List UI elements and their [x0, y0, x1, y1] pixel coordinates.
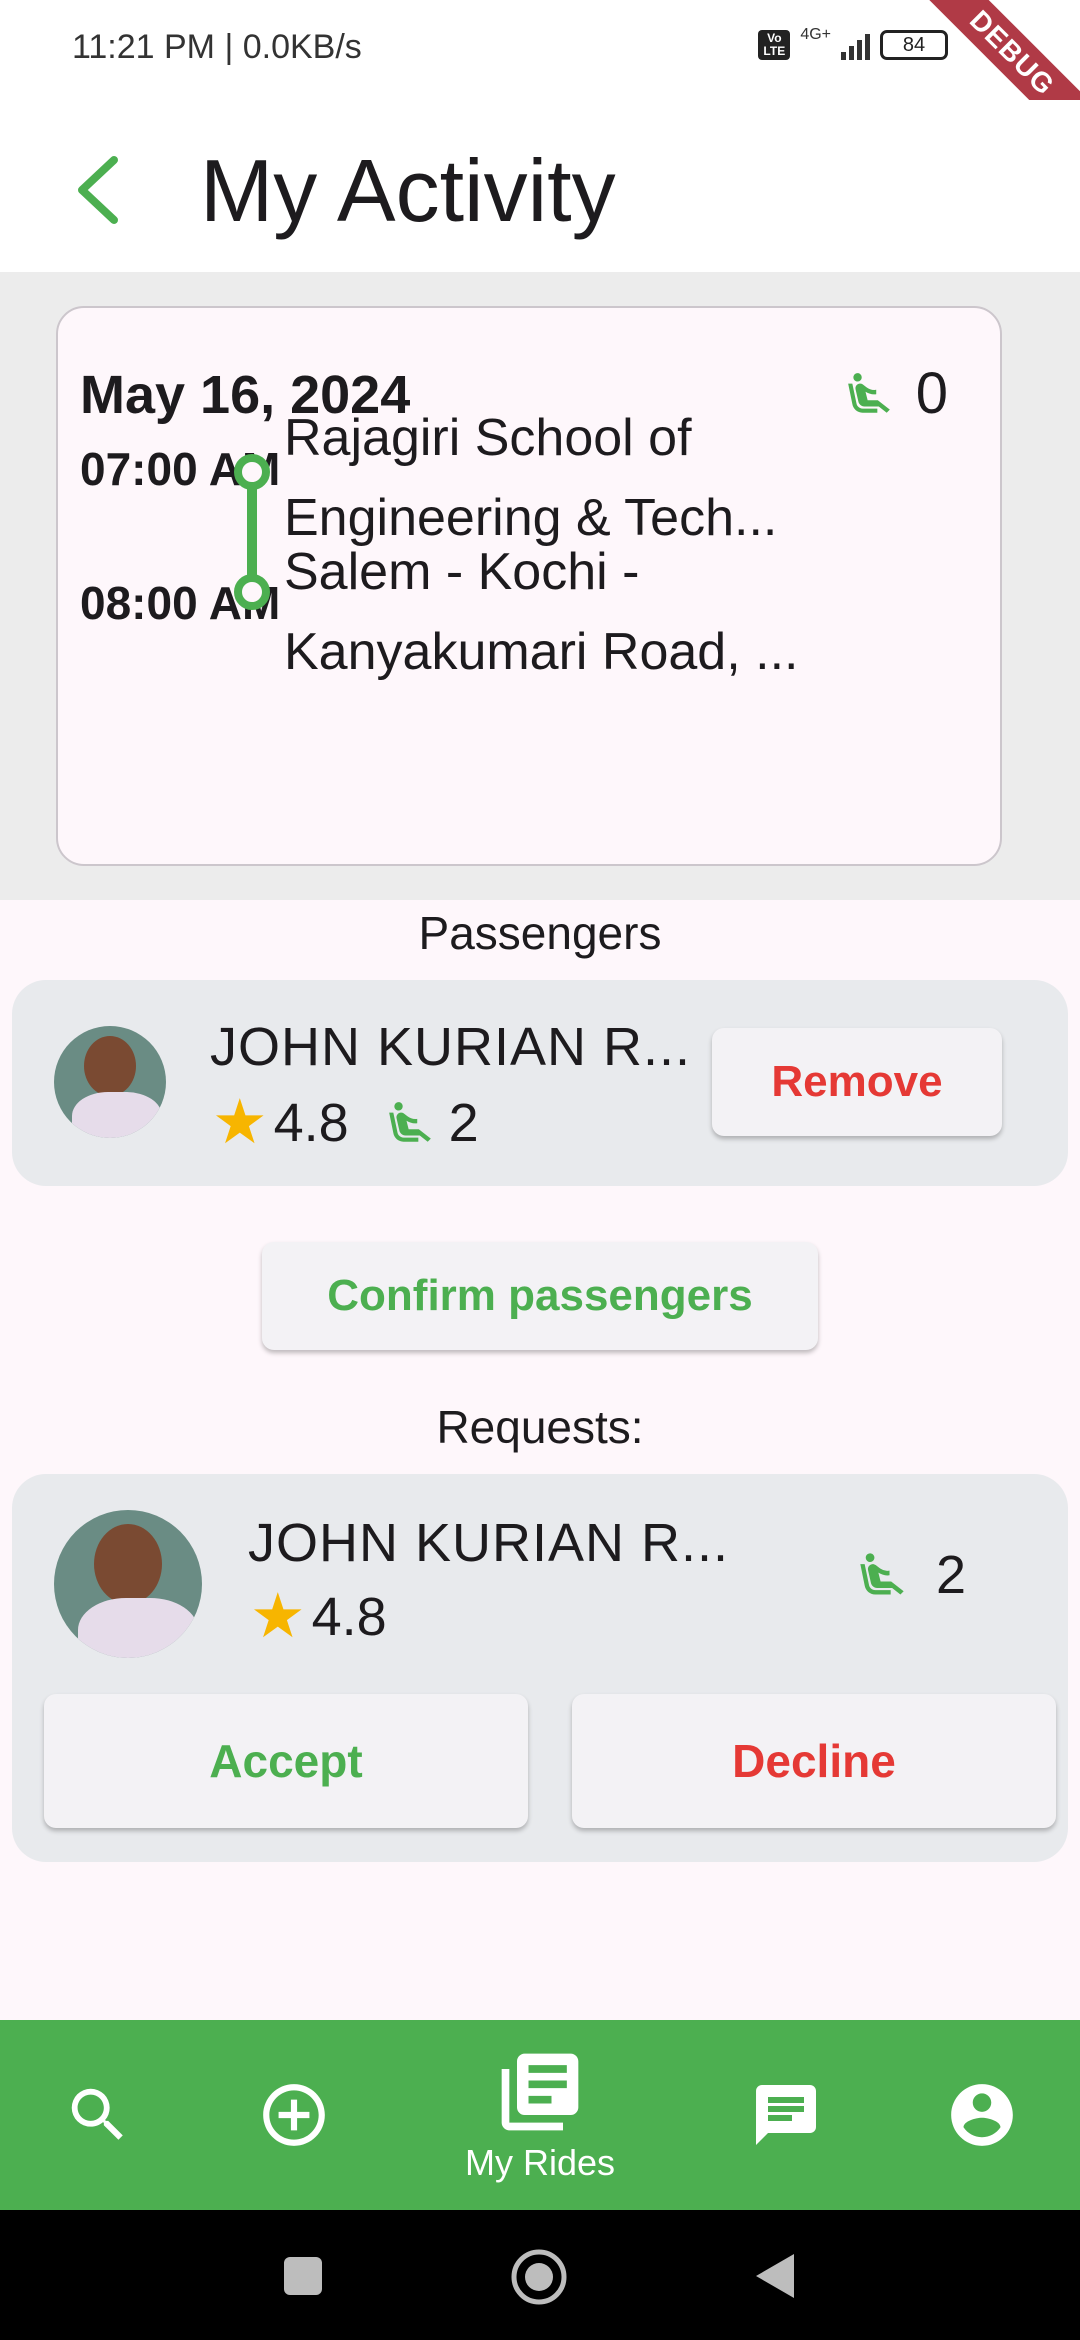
requested-seats: 2 [856, 1544, 966, 1606]
recents-icon[interactable] [282, 2255, 324, 2297]
accept-button[interactable]: Accept [44, 1694, 528, 1828]
ride-section: May 16, 2024 0 07:00 AM 08:00 AM Rajagir… [0, 272, 1080, 900]
back-nav-icon[interactable] [754, 2252, 796, 2300]
star-icon: ★ [212, 1088, 268, 1157]
nav-add[interactable] [246, 2020, 342, 2210]
page-title: My Activity [200, 141, 616, 240]
available-seats: 0 [844, 360, 948, 427]
nav-chat[interactable] [738, 2020, 834, 2210]
my-rides-icon [501, 2053, 579, 2131]
passenger-card: JOHN KURIAN R... ★ 4.8 2 Remove [12, 980, 1068, 1186]
volte-icon: Vo LTE [758, 30, 791, 60]
account-icon [951, 2084, 1013, 2146]
remove-button[interactable]: Remove [712, 1028, 1002, 1136]
seat-count: 2 [936, 1545, 967, 1605]
avatar [54, 1510, 202, 1658]
status-time: 11:21 PM | 0.0KB/s [72, 28, 362, 66]
seat-icon [860, 1553, 904, 1595]
nav-search[interactable] [50, 2020, 146, 2210]
seat-icon [388, 1102, 431, 1142]
network-type: 4G+ [800, 26, 831, 43]
dropoff-location: Salem - Kochi - Kanyakumari Road, ... [284, 543, 799, 681]
dropoff-dot [234, 574, 270, 610]
ride-card[interactable]: May 16, 2024 0 07:00 AM 08:00 AM Rajagir… [56, 306, 1002, 866]
battery-icon: 84 [880, 30, 948, 60]
rating-value: 4.8 [311, 1587, 387, 1647]
status-icons: Vo LTE 4G+ 84 [758, 26, 948, 60]
app-bar: My Activity [0, 100, 1080, 272]
passenger-name: JOHN KURIAN R... [210, 1017, 692, 1077]
confirm-passengers-button[interactable]: Confirm passengers [262, 1242, 818, 1350]
add-circle-icon [263, 2084, 325, 2146]
requests-heading: Requests: [436, 1401, 644, 1453]
pickup-dot [234, 454, 270, 490]
status-bar: 11:21 PM | 0.0KB/s Vo LTE 4G+ 84 [0, 0, 1080, 100]
bottom-nav: My Rides [0, 2020, 1080, 2210]
search-icon [71, 2088, 123, 2140]
nav-label-my-rides: My Rides [464, 2142, 616, 2183]
rating-value: 4.8 [273, 1093, 349, 1153]
system-nav-bar [0, 2210, 1080, 2340]
decline-button[interactable]: Decline [572, 1694, 1056, 1828]
signal-icon [841, 30, 870, 60]
requester-name: JOHN KURIAN R... [248, 1513, 730, 1573]
nav-my-rides[interactable]: My Rides [430, 2020, 650, 2210]
chevron-left-icon[interactable] [70, 150, 130, 230]
passenger-seats: 2 [385, 1092, 479, 1154]
nav-account[interactable] [934, 2020, 1030, 2210]
star-icon: ★ [250, 1582, 306, 1651]
available-seats-count: 0 [915, 361, 948, 426]
request-card: JOHN KURIAN R... ★ 4.8 2 Accept Decline [12, 1474, 1068, 1862]
passenger-rating: ★ 4.8 2 [212, 1092, 479, 1154]
seat-count: 2 [448, 1093, 479, 1153]
chat-icon [756, 2085, 816, 2145]
seat-icon [847, 372, 890, 413]
avatar [54, 1026, 166, 1138]
passengers-heading: Passengers [418, 907, 662, 959]
home-icon[interactable] [510, 2248, 568, 2306]
requester-rating: ★ 4.8 [250, 1586, 387, 1648]
